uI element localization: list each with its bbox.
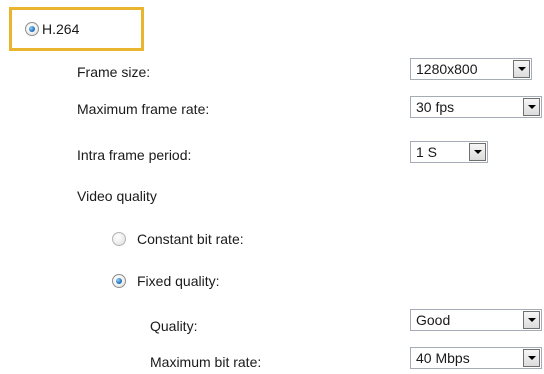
h264-label: H.264 bbox=[42, 21, 80, 37]
frame-size-select[interactable]: 1280x800 bbox=[410, 58, 532, 80]
fixed-quality-label: Fixed quality: bbox=[137, 273, 220, 289]
chevron-down-icon[interactable] bbox=[523, 98, 540, 116]
chevron-down-icon[interactable] bbox=[469, 143, 486, 161]
intra-frame-period-select[interactable]: 1 S bbox=[410, 141, 488, 163]
chevron-down-icon[interactable] bbox=[523, 311, 540, 329]
intra-frame-period-label: Intra frame period: bbox=[77, 147, 192, 163]
frame-size-value: 1280x800 bbox=[416, 61, 478, 77]
max-frame-rate-value: 30 fps bbox=[416, 99, 455, 115]
quality-select[interactable]: Good bbox=[410, 309, 542, 331]
quality-value: Good bbox=[416, 312, 451, 328]
frame-size-label: Frame size: bbox=[77, 64, 151, 80]
max-frame-rate-select[interactable]: 30 fps bbox=[410, 96, 542, 118]
quality-label: Quality: bbox=[150, 318, 198, 334]
video-quality-heading: Video quality bbox=[77, 188, 157, 204]
max-bit-rate-label: Maximum bit rate: bbox=[150, 354, 262, 370]
h264-radio[interactable] bbox=[25, 22, 39, 36]
constant-bit-rate-label: Constant bit rate: bbox=[137, 231, 244, 247]
max-bit-rate-select[interactable]: 40 Mbps bbox=[410, 347, 542, 369]
constant-bit-rate-radio[interactable] bbox=[112, 232, 126, 246]
intra-frame-period-value: 1 S bbox=[416, 144, 438, 160]
chevron-down-icon[interactable] bbox=[523, 349, 540, 367]
max-frame-rate-label: Maximum frame rate: bbox=[77, 101, 210, 117]
max-bit-rate-value: 40 Mbps bbox=[416, 350, 470, 366]
fixed-quality-radio[interactable] bbox=[112, 274, 126, 288]
chevron-down-icon[interactable] bbox=[513, 60, 530, 78]
